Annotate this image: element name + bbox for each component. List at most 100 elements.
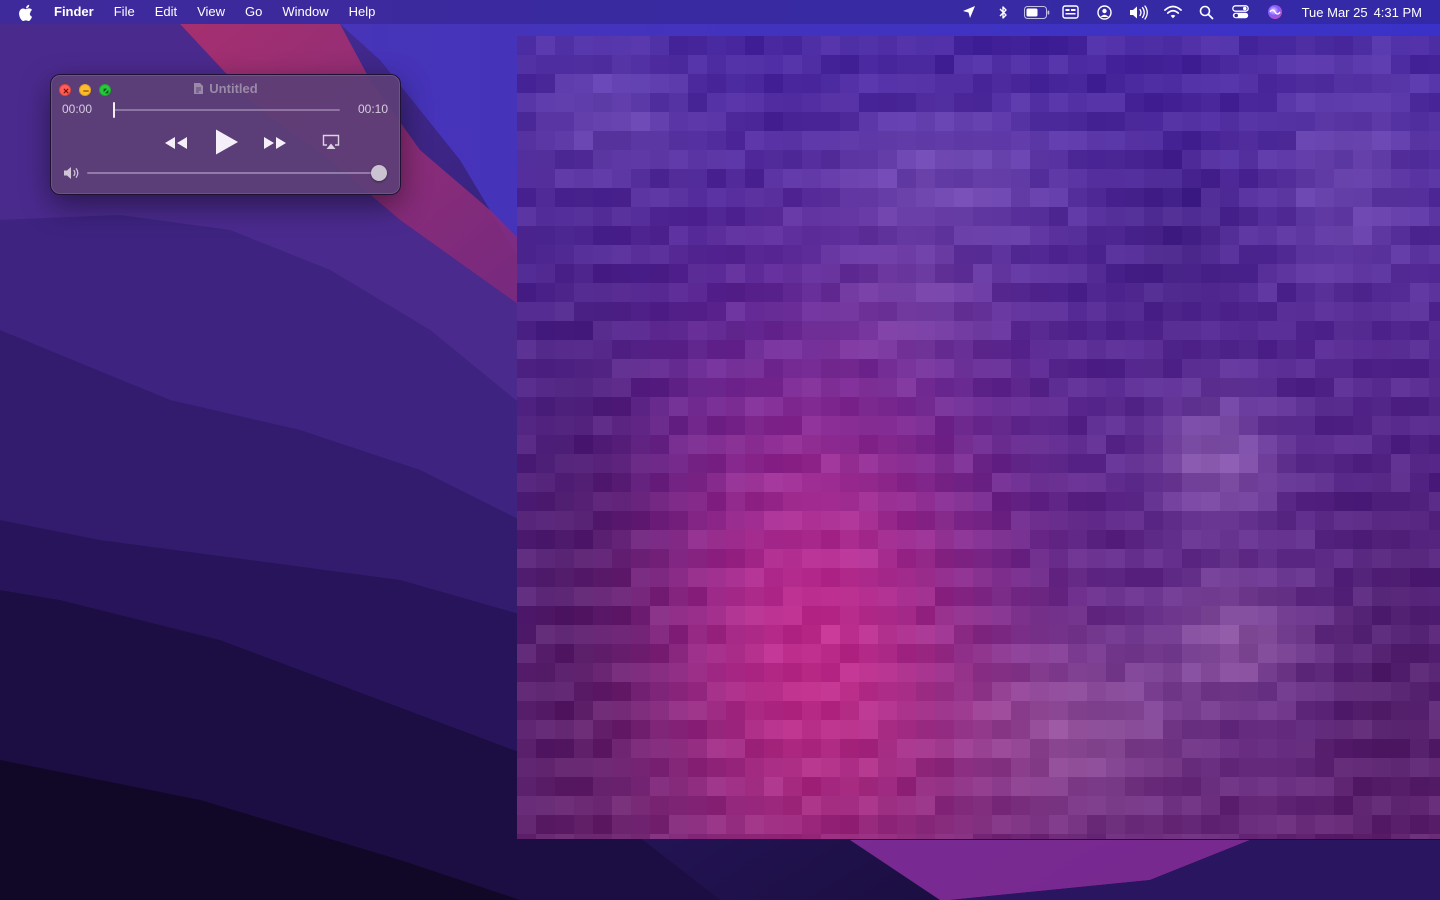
video-pixel xyxy=(783,473,803,493)
video-pixel xyxy=(1125,169,1145,189)
video-pixel xyxy=(1125,131,1145,151)
video-pixel xyxy=(1144,492,1164,512)
video-pixel xyxy=(859,549,879,569)
video-pixel xyxy=(783,264,803,284)
volume-slider-track[interactable] xyxy=(87,172,379,174)
video-pixel xyxy=(1296,682,1316,702)
video-pixel xyxy=(1125,815,1145,835)
video-pixel xyxy=(1277,207,1297,227)
video-pixel xyxy=(1030,834,1050,839)
video-pixel xyxy=(1258,93,1278,113)
video-pixel xyxy=(878,568,898,588)
video-pixel xyxy=(574,245,594,265)
video-pixel xyxy=(821,93,841,113)
volume-slider-knob[interactable] xyxy=(371,165,387,181)
menu-help[interactable]: Help xyxy=(339,0,386,24)
video-pixel xyxy=(764,283,784,303)
siri-icon[interactable] xyxy=(1258,0,1292,24)
video-pixel xyxy=(1125,777,1145,797)
quicktime-player-window[interactable]: Untitled 00:00 00:10 xyxy=(50,74,401,195)
timeline-scrubber[interactable] xyxy=(113,109,340,111)
video-pixel xyxy=(1258,207,1278,227)
video-pixel xyxy=(1087,796,1107,816)
video-pixel xyxy=(1220,321,1240,341)
video-pixel xyxy=(859,473,879,493)
menu-clock[interactable]: Tue Mar 25 4:31 PM xyxy=(1302,5,1422,20)
video-pixel xyxy=(954,492,974,512)
video-pixel xyxy=(783,169,803,189)
video-pixel xyxy=(1410,416,1430,436)
video-pixel xyxy=(1353,701,1373,721)
bluetooth-icon[interactable] xyxy=(986,0,1020,24)
video-pixel xyxy=(669,264,689,284)
menu-view[interactable]: View xyxy=(187,0,235,24)
video-pixel xyxy=(1030,359,1050,379)
video-pixel xyxy=(764,207,784,227)
video-pixel xyxy=(612,416,632,436)
rewind-button[interactable] xyxy=(161,133,191,153)
location-arrow-icon[interactable] xyxy=(952,0,986,24)
video-pixel xyxy=(1315,625,1335,645)
video-pixel xyxy=(1334,625,1354,645)
video-pixel xyxy=(1220,796,1240,816)
video-pixel xyxy=(612,834,632,839)
airplay-button[interactable] xyxy=(319,132,343,152)
menu-file[interactable]: File xyxy=(104,0,145,24)
video-pixel xyxy=(1391,834,1411,839)
video-pixel xyxy=(1201,150,1221,170)
video-pixel xyxy=(688,492,708,512)
wifi-icon[interactable] xyxy=(1156,0,1190,24)
video-pixel xyxy=(1334,359,1354,379)
battery-icon[interactable] xyxy=(1020,0,1054,24)
menu-finder[interactable]: Finder xyxy=(54,0,104,24)
video-pixel xyxy=(954,264,974,284)
user-account-icon[interactable] xyxy=(1088,0,1122,24)
video-pixel xyxy=(669,207,689,227)
video-pixel xyxy=(1334,549,1354,569)
video-pixel xyxy=(688,131,708,151)
video-pixel xyxy=(1068,739,1088,759)
video-pixel xyxy=(916,55,936,75)
menu-go[interactable]: Go xyxy=(235,0,272,24)
video-pixel xyxy=(1258,245,1278,265)
video-pixel xyxy=(631,587,651,607)
video-pixel xyxy=(517,416,537,436)
video-pixel xyxy=(1144,36,1164,56)
video-pixel xyxy=(1410,226,1430,246)
menu-window[interactable]: Window xyxy=(272,0,338,24)
video-pixel xyxy=(650,169,670,189)
video-pixel xyxy=(574,169,594,189)
video-pixel xyxy=(1239,492,1259,512)
video-pixel xyxy=(821,587,841,607)
video-pixel xyxy=(992,758,1012,778)
video-pixel xyxy=(840,55,860,75)
video-pixel xyxy=(688,606,708,626)
video-pixel xyxy=(1163,169,1183,189)
apple-logo-icon[interactable] xyxy=(18,0,36,24)
video-pixel xyxy=(1391,644,1411,664)
search-icon[interactable] xyxy=(1190,0,1224,24)
video-pixel xyxy=(631,530,651,550)
video-pixel xyxy=(1258,587,1278,607)
video-pixel xyxy=(1049,758,1069,778)
video-pixel xyxy=(745,625,765,645)
video-pixel xyxy=(1030,511,1050,531)
volume-icon[interactable] xyxy=(1122,0,1156,24)
video-pixel xyxy=(1182,758,1202,778)
control-center-icon[interactable] xyxy=(1224,0,1258,24)
video-pixel xyxy=(1334,720,1354,740)
playhead[interactable] xyxy=(113,102,115,118)
fast-forward-button[interactable] xyxy=(260,133,290,153)
menu-edit[interactable]: Edit xyxy=(145,0,187,24)
video-pixel xyxy=(935,739,955,759)
video-pixel xyxy=(1372,834,1392,839)
video-pixel xyxy=(1011,815,1031,835)
video-pixel xyxy=(1106,283,1126,303)
display-icon[interactable] xyxy=(1054,0,1088,24)
video-pixel xyxy=(916,112,936,132)
video-pixel xyxy=(1182,207,1202,227)
video-pixel xyxy=(859,245,879,265)
video-pixel xyxy=(536,682,556,702)
play-button[interactable] xyxy=(211,127,241,157)
video-pixel xyxy=(1353,720,1373,740)
